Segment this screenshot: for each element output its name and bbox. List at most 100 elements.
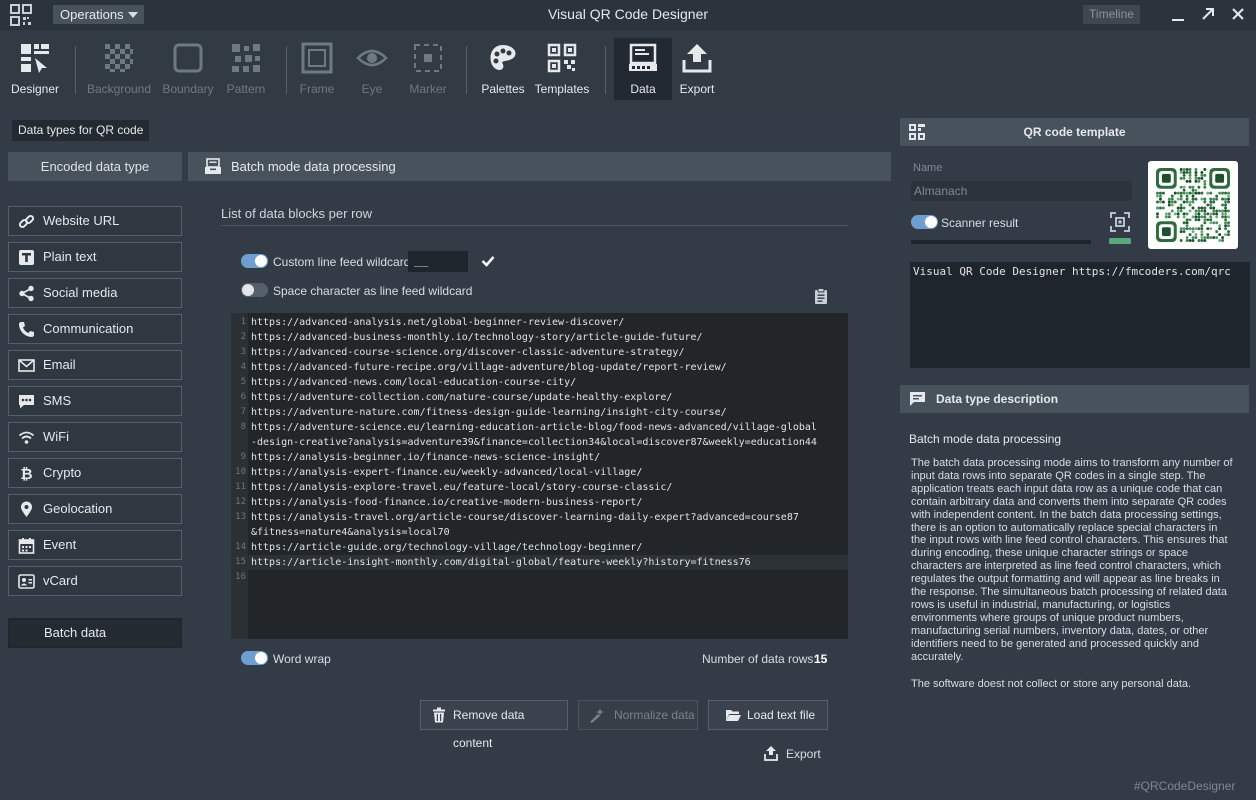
qr-module <box>1167 200 1171 204</box>
designer-icon <box>21 44 49 73</box>
qr-module <box>1206 191 1210 195</box>
normalize-data-label: Normalize data <box>614 708 695 722</box>
qr-module <box>1203 218 1207 222</box>
export-batch-button[interactable]: Export <box>762 746 832 764</box>
editor-line[interactable]: 12 https://analysis-food-finance.io/creat… <box>231 495 848 510</box>
editor-line[interactable]: 10 https://analysis-expert-finance.eu/wee… <box>231 465 848 480</box>
editor-line[interactable]: 13 https://analysis-travel.org/article-co… <box>231 510 848 525</box>
timeline-button[interactable]: Timeline <box>1083 5 1140 24</box>
qr-content-textbox[interactable]: Visual QR Code Designer https://fmcoders… <box>910 262 1250 368</box>
line-text: https://advanced-course-science.org/disc… <box>251 347 685 358</box>
data-type-social-media[interactable]: Social media <box>8 278 182 308</box>
template-name-input[interactable]: Almanach <box>911 181 1132 201</box>
toolbar-templates[interactable]: Templates <box>533 38 591 100</box>
qr-module <box>1185 218 1189 222</box>
qr-module <box>1224 200 1228 204</box>
toolbar-export[interactable]: Export <box>668 38 726 100</box>
qr-module <box>1218 209 1222 213</box>
editor-line[interactable]: 8 https://adventure-science.eu/learning-e… <box>231 420 848 435</box>
scanner-result-toggle[interactable] <box>911 215 938 229</box>
data-type-sms[interactable]: SMS <box>8 386 182 416</box>
toolbar-boundary[interactable]: Boundary <box>159 38 217 100</box>
data-type-label: Communication <box>43 321 134 336</box>
maximize-icon[interactable] <box>1200 6 1216 22</box>
editor-line[interactable]: 11 https://analysis-explore-travel.eu/fea… <box>231 480 848 495</box>
checkmark-icon[interactable] <box>481 255 495 267</box>
close-icon[interactable] <box>1230 6 1246 22</box>
toolbar-designer[interactable]: Designer <box>6 38 64 100</box>
data-type-event[interactable]: Event <box>8 530 182 560</box>
app-logo-icon[interactable] <box>10 4 32 26</box>
wildcard-input[interactable]: __ <box>408 251 468 272</box>
toolbar-palettes[interactable]: Palettes <box>474 38 532 100</box>
qr-module <box>1212 212 1216 216</box>
scan-icon[interactable] <box>1110 212 1130 232</box>
editor-line[interactable]: 6 https://adventure-collection.com/nature… <box>231 390 848 405</box>
line-text: https://analysis-explore-travel.eu/featu… <box>251 482 673 493</box>
minimize-icon[interactable] <box>1170 6 1186 22</box>
toolbar-marker[interactable]: Marker <box>399 38 457 100</box>
qr-module <box>1227 197 1230 201</box>
editor-line[interactable]: 7 https://adventure-nature.com/fitness-de… <box>231 405 848 420</box>
qr-module <box>1156 200 1159 204</box>
data-type-batch-data[interactable]: Batch data <box>8 618 182 648</box>
privacy-note: The software doest not collect or store … <box>911 678 1192 690</box>
qr-module <box>1185 191 1189 195</box>
clipboard-icon[interactable] <box>814 288 828 304</box>
qr-module <box>1191 200 1195 204</box>
qr-module <box>1191 236 1195 240</box>
word-wrap-label: Word wrap <box>273 652 331 666</box>
batch-data-editor[interactable]: 1 https://advanced-analysis.net/global-be… <box>231 313 848 639</box>
editor-line[interactable]: 3 https://advanced-course-science.org/dis… <box>231 345 848 360</box>
load-text-file-button[interactable]: Load text file <box>708 700 828 730</box>
qr-module <box>1200 239 1204 242</box>
qr-module <box>1224 224 1228 228</box>
qr-module <box>1170 200 1174 204</box>
data-type-communication[interactable]: Communication <box>8 314 182 344</box>
qr-module <box>1176 215 1180 219</box>
tab-encoded-data-type[interactable]: Encoded data type <box>8 152 182 181</box>
scanner-progress-bar <box>911 240 1091 244</box>
editor-line[interactable]: -design-creative?analysis=adventure39&fi… <box>231 435 848 450</box>
load-text-file-label: Load text file <box>747 708 816 722</box>
line-text: https://article-guide.org/technology-vil… <box>251 542 643 553</box>
data-type-crypto[interactable]: ₿ Crypto <box>8 458 182 488</box>
data-type-email[interactable]: Email <box>8 350 182 380</box>
data-type-website-url[interactable]: Website URL <box>8 206 182 236</box>
toolbar-pattern[interactable]: Pattern <box>217 38 275 100</box>
qr-module <box>1197 176 1201 180</box>
editor-line[interactable]: 4 https://advanced-future-recipe.org/vill… <box>231 360 848 375</box>
qr-module <box>1227 230 1230 234</box>
qr-module <box>1158 206 1162 210</box>
custom-wildcards-toggle[interactable] <box>241 254 268 268</box>
editor-line[interactable]: 5 https://advanced-news.com/local-educati… <box>231 375 848 390</box>
qr-module <box>1194 212 1198 216</box>
editor-line[interactable]: 2 https://advanced-business-monthly.io/te… <box>231 330 848 345</box>
editor-line[interactable]: 14 https://article-guide.org/technology-v… <box>231 540 848 555</box>
data-type-wifi[interactable]: WiFi <box>8 422 182 452</box>
space-wildcard-toggle[interactable] <box>241 283 268 297</box>
qr-code-preview[interactable] <box>1148 161 1238 249</box>
remove-data-content-button[interactable]: Remove data content <box>420 700 568 750</box>
operations-menu-button[interactable]: Operations <box>53 5 144 24</box>
toolbar-background[interactable]: Background <box>87 38 151 100</box>
editor-line[interactable]: 9 https://analysis-beginner.io/finance-ne… <box>231 450 848 465</box>
editor-line[interactable]: &fitness=nature4&analysis=local70 <box>231 525 848 540</box>
data-type-vcard[interactable]: vCard <box>8 566 182 596</box>
data-type-plain-text[interactable]: Plain text <box>8 242 182 272</box>
data-type-geolocation[interactable]: Geolocation <box>8 494 182 524</box>
qr-module <box>1200 197 1204 201</box>
qr-module <box>1197 179 1201 183</box>
line-text: https://article-insight-monthly.com/digi… <box>251 557 751 568</box>
word-wrap-toggle[interactable] <box>241 651 268 665</box>
editor-line[interactable]: 1 https://advanced-analysis.net/global-be… <box>231 315 848 330</box>
qr-module <box>1167 212 1171 216</box>
editor-line[interactable]: 16 <box>231 570 848 585</box>
qr-module <box>1188 170 1192 174</box>
editor-line[interactable]: 15 https://article-insight-monthly.com/di… <box>231 555 848 570</box>
toolbar-separator <box>75 46 76 94</box>
qr-module <box>1221 203 1225 207</box>
normalize-data-button[interactable]: Normalize data <box>578 700 698 730</box>
line-text: https://analysis-food-finance.io/creativ… <box>251 497 643 508</box>
qr-module <box>1203 212 1207 216</box>
